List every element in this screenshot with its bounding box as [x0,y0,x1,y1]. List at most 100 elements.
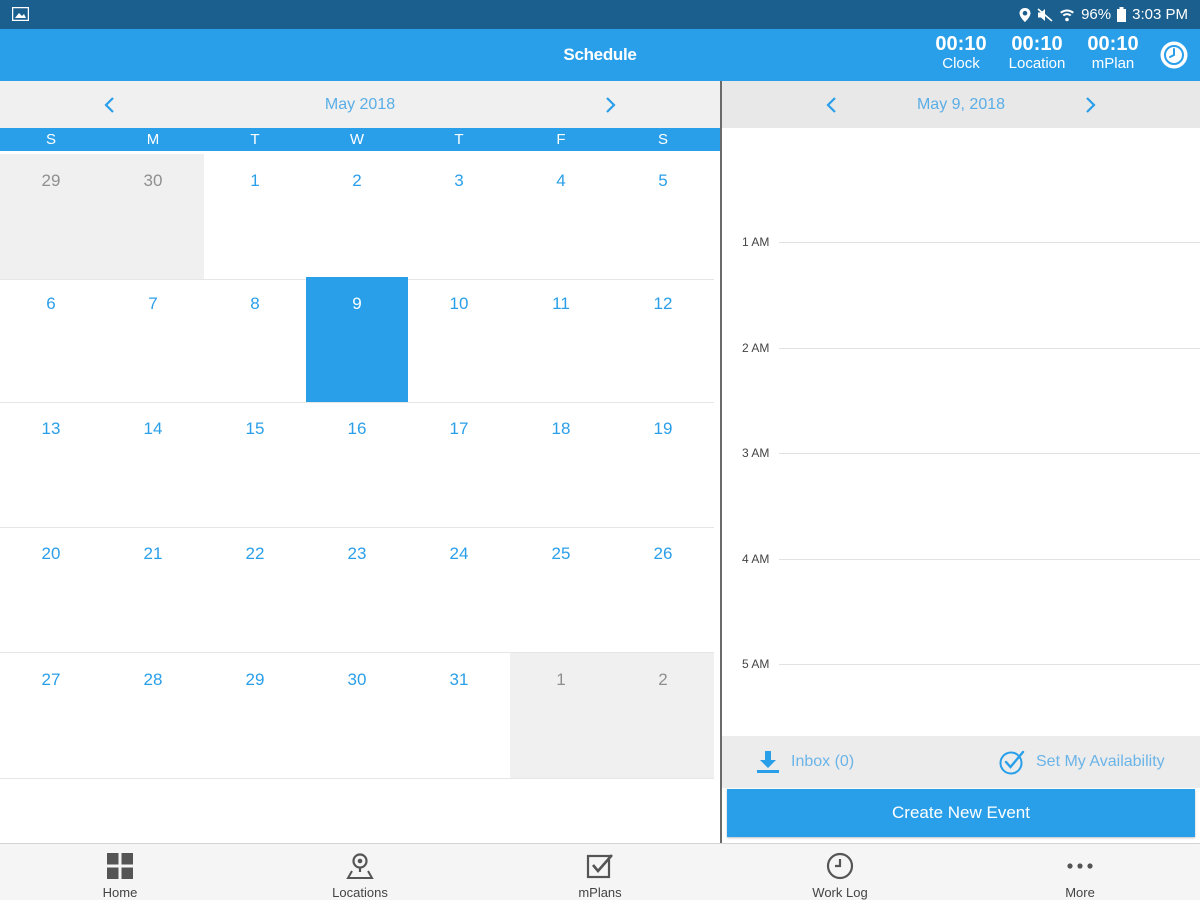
timer-value: 00:10 [1087,33,1139,55]
day-cell[interactable]: 25 [510,527,612,652]
hour-label: 5 AM [742,657,770,671]
day-cell[interactable]: 13 [0,402,102,527]
day-cell[interactable]: 16 [306,402,408,527]
day-cell[interactable]: 15 [204,402,306,527]
weekday-label: S [45,131,56,148]
more-dots-icon [1067,863,1093,869]
weekday-label: T [454,131,464,148]
hour-line [779,664,1200,665]
next-day-arrow-icon[interactable] [1080,95,1100,115]
battery-percent: 96% [1081,6,1112,23]
next-month-arrow-icon[interactable] [600,95,620,115]
location-pin-icon [346,853,374,879]
day-cell[interactable]: 12 [612,277,714,402]
weekday-label: S [657,131,668,148]
weekday-label: T [250,131,260,148]
battery-icon [1117,7,1127,22]
day-cell[interactable]: 30 [306,653,408,778]
gallery-icon [12,7,29,21]
create-new-event-button[interactable]: Create New Event [727,789,1195,837]
mplan-timer[interactable]: 00:10 mPlan [1075,33,1151,72]
clock-timer[interactable]: 00:10 Clock [923,33,999,72]
day-cell[interactable]: 19 [612,402,714,527]
day-cell[interactable]: 18 [510,402,612,527]
day-cell[interactable]: 17 [408,402,510,527]
day-cell[interactable]: 24 [408,527,510,652]
mute-icon [1037,7,1053,22]
day-cell[interactable]: 1 [204,154,306,279]
timer-label: mPlan [1091,55,1135,72]
day-cell[interactable]: 29 [204,653,306,778]
weekday-header: SMTWTFS [0,128,720,151]
set-availability-button[interactable]: Set My Availability [998,736,1165,788]
nav-item-more[interactable]: More [960,844,1200,900]
location-icon [1019,7,1031,22]
month-navigator: May 2018 [0,81,720,128]
checkbox-icon [586,854,613,879]
day-cell[interactable]: 5 [612,154,714,279]
bottom-navigation: Home Locations mPlans Work Log More [0,843,1200,900]
inbox-button[interactable]: Inbox (0) [755,736,854,788]
nav-label: Home [102,885,138,900]
availability-label: Set My Availability [1036,753,1165,770]
day-cell[interactable]: 8 [204,277,306,402]
status-indicators: 96% 3:03 PM [1019,0,1188,29]
hour-line [779,347,1200,349]
day-cell[interactable]: 29 [0,154,102,279]
day-cell[interactable]: 3 [408,154,510,279]
hour-label: 3 AM [742,446,770,460]
day-cell[interactable]: 20 [0,527,102,652]
day-cell[interactable]: 23 [306,527,408,652]
week-divider [0,778,714,779]
hour-line [779,242,1200,243]
weekday-label: W [349,131,365,148]
day-navigator: May 9, 2018 [722,81,1200,128]
day-cell[interactable]: 1 [510,653,612,778]
download-icon [757,751,779,773]
day-cell[interactable]: 6 [0,277,102,402]
hour-line [779,453,1200,454]
location-timer[interactable]: 00:10 Location [999,33,1075,72]
day-cell[interactable]: 22 [204,527,306,652]
day-cell[interactable]: 4 [510,154,612,279]
day-view: May 9, 2018 1 AM 2 AM 3 AM 4 AM 5 AM Inbox (… [722,81,1200,843]
day-cell[interactable]: 21 [102,527,204,652]
day-cell[interactable]: 28 [102,653,204,778]
day-cell[interactable]: 30 [102,154,204,279]
day-cell[interactable]: 7 [102,277,204,402]
nav-label: Work Log [812,885,868,900]
day-cell[interactable]: 2 [306,154,408,279]
check-circle-icon [999,750,1025,775]
selected-day-cell[interactable]: 9 [306,277,408,402]
timer-label: Clock [942,55,980,72]
wifi-icon [1060,9,1075,21]
nav-item-locations[interactable]: Locations [240,844,480,900]
day-cell[interactable]: 27 [0,653,102,778]
status-time: 3:03 PM [1132,6,1188,23]
nav-label: More [1065,885,1095,900]
day-cell[interactable]: 14 [102,402,204,527]
timer-value: 00:10 [1011,33,1063,55]
month-calendar: May 2018 SMTWTFS 29 30 1 2 3 4 5 6 7 8 9 10 11 12 13 14… [0,81,720,843]
day-label: May 9, 2018 [916,96,1006,113]
inbox-label: Inbox (0) [791,753,855,770]
day-cell[interactable]: 26 [612,527,714,652]
weekday-label: M [146,131,160,148]
status-bar: 96% 3:03 PM [0,0,1200,29]
clock-icon [826,852,854,880]
grid-icon [107,853,133,879]
nav-item-work-log[interactable]: Work Log [720,844,960,900]
day-cell[interactable]: 2 [612,653,714,778]
hour-label: 1 AM [742,235,770,249]
day-cell[interactable]: 31 [408,653,510,778]
timer-label: Location [1008,55,1066,72]
clock-button-icon[interactable] [1159,40,1189,70]
weekday-label: F [556,131,566,148]
nav-item-mplans[interactable]: mPlans [480,844,720,900]
timer-value: 00:10 [935,33,987,55]
day-cell[interactable]: 11 [510,277,612,402]
nav-label: Locations [332,885,388,900]
app-bar: Schedule 00:10 Clock 00:10 Location 00:1… [0,29,1200,81]
nav-item-home[interactable]: Home [0,844,240,900]
day-cell[interactable]: 10 [408,277,510,402]
